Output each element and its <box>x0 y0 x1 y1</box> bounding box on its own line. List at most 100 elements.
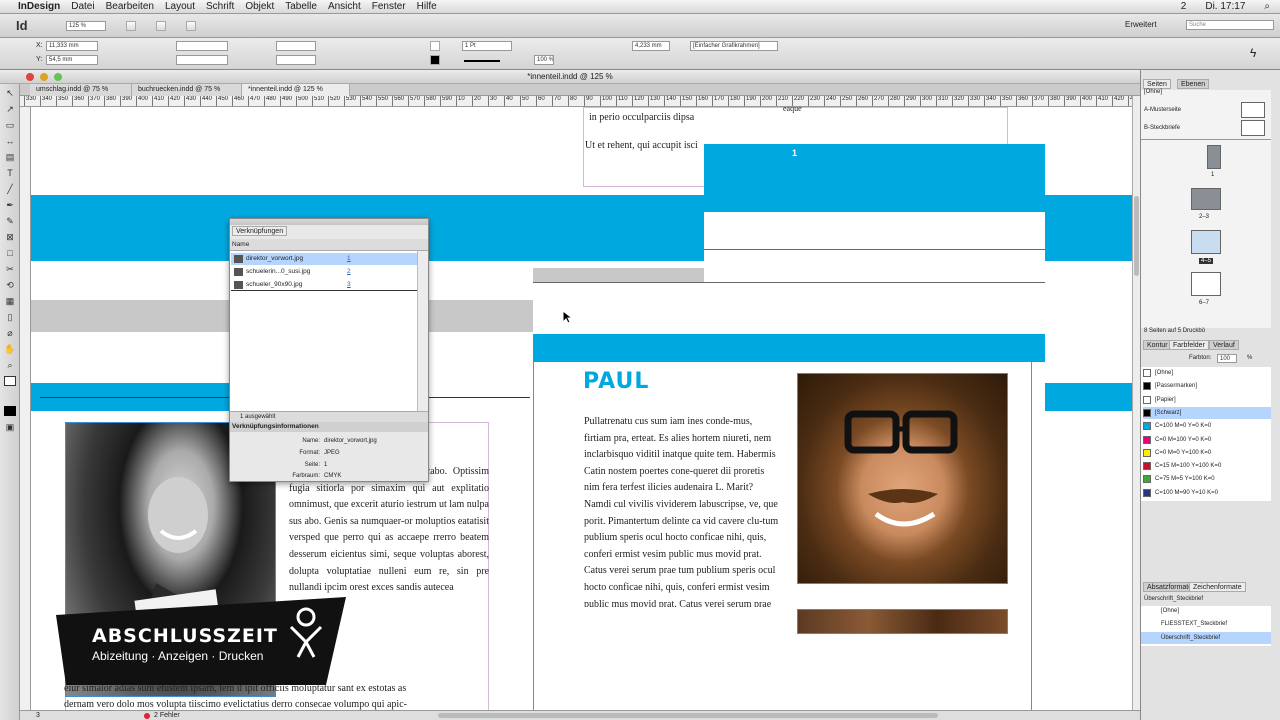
eyedropper-icon[interactable]: ⌀ <box>4 328 16 338</box>
tint-field[interactable]: 100 <box>1217 354 1237 363</box>
link-page[interactable]: 3 <box>347 279 351 291</box>
master-b[interactable]: B-Steckbriefe <box>1144 125 1180 131</box>
scale-x-field[interactable] <box>276 41 316 51</box>
scroll-thumb[interactable] <box>1134 196 1139 276</box>
y-position-field[interactable]: 54,5 mm <box>46 55 98 65</box>
view-options-icon[interactable] <box>126 21 136 31</box>
paul-text-frame[interactable]: Pullatrenatu cus sum iam ines conde-mus,… <box>584 414 780 607</box>
master-none[interactable]: [Ohne] <box>1144 89 1162 95</box>
photo-strip[interactable] <box>797 609 1008 634</box>
direct-selection-icon[interactable]: ↗ <box>4 104 16 114</box>
page-thumb-2-3[interactable] <box>1191 188 1221 210</box>
line-tool-icon[interactable]: ╱ <box>4 184 16 194</box>
zoom-window-icon[interactable] <box>54 73 62 81</box>
stroke-weight-field[interactable]: 1 Pt <box>462 41 512 51</box>
menu-bearbeiten[interactable]: Bearbeiten <box>106 1 154 12</box>
link-info-header[interactable]: Verknüpfungsinformationen <box>230 422 428 432</box>
swatch-row[interactable]: C=100 M=90 Y=10 K=0 <box>1143 487 1271 499</box>
page-field[interactable]: 3 <box>36 711 40 720</box>
style-item-selected[interactable]: Überschrift_Steckbrief <box>1141 632 1271 644</box>
hand-tool-icon[interactable]: ✋ <box>4 344 16 354</box>
swatch-row[interactable]: C=0 M=0 Y=100 K=0 <box>1143 447 1271 459</box>
menu-schrift[interactable]: Schrift <box>206 1 234 12</box>
swatch-row[interactable]: [Passermarken] <box>1143 380 1271 392</box>
spotlight-icon[interactable]: ⌕ <box>1264 1 1270 12</box>
fill-stroke-icon[interactable] <box>4 376 16 386</box>
scissors-tool-icon[interactable]: ✂ <box>4 264 16 274</box>
links-panel[interactable]: Verknüpfungen Name direktor_vorwort.jpg … <box>229 218 429 482</box>
content-collector-icon[interactable]: ▤ <box>4 152 16 162</box>
tab-kontur[interactable]: Kontur <box>1143 340 1172 350</box>
scale-y-field[interactable] <box>276 55 316 65</box>
menu-ansicht[interactable]: Ansicht <box>328 1 361 12</box>
rectangle-frame-icon[interactable]: ⊠ <box>4 232 16 242</box>
tab-farbfelder[interactable]: Farbfelder <box>1169 340 1209 350</box>
screen-mode-icon[interactable] <box>156 21 166 31</box>
swatch-row[interactable]: [Schwarz] <box>1143 406 1271 419</box>
screen-mode-tool-icon[interactable]: ▣ <box>4 422 16 432</box>
links-panel-tab[interactable]: Verknüpfungen <box>232 226 288 236</box>
stroke-type-preview[interactable] <box>464 60 500 62</box>
app-menu[interactable]: InDesign <box>18 1 60 12</box>
zoom-field[interactable]: 125 % <box>66 21 106 31</box>
paul-photo[interactable] <box>797 373 1008 584</box>
apply-color-icon[interactable] <box>4 406 16 416</box>
link-row[interactable]: schuelerin...0_susi.jpg 2 <box>231 266 417 278</box>
swatch-row[interactable]: C=15 M=100 Y=100 K=0 <box>1143 460 1271 472</box>
pen-tool-icon[interactable]: ✒ <box>4 200 16 210</box>
note-tool-icon[interactable]: ▯ <box>4 312 16 322</box>
master-a[interactable]: A-Musterseite <box>1144 107 1181 113</box>
master-b-thumb[interactable] <box>1241 120 1265 136</box>
links-scrollbar[interactable] <box>418 251 428 411</box>
gradient-tool-icon[interactable]: ▦ <box>4 296 16 306</box>
menu-fenster[interactable]: Fenster <box>372 1 406 12</box>
tab-zeichenformate[interactable]: Zeichenformate <box>1189 582 1246 592</box>
lightning-icon[interactable]: ϟ <box>1250 46 1256 60</box>
preflight-status[interactable]: 2 Fehler <box>154 711 180 720</box>
tray-count[interactable]: 2 <box>1181 1 1187 12</box>
link-page[interactable]: 2 <box>347 266 351 278</box>
style-item[interactable]: [Ohne] <box>1161 608 1179 614</box>
horizontal-scroll-thumb[interactable] <box>438 713 938 718</box>
link-row[interactable]: direktor_vorwort.jpg 1 <box>231 253 417 265</box>
heading-paul[interactable]: PAUL <box>583 369 649 394</box>
fitting-width-field[interactable]: 4,233 mm <box>632 41 670 51</box>
arrange-docs-icon[interactable] <box>186 21 196 31</box>
links-panel-grip[interactable] <box>230 219 428 225</box>
page-tool-icon[interactable]: ▭ <box>4 120 16 130</box>
rectangle-tool-icon[interactable]: □ <box>4 248 16 258</box>
stroke-swatch-icon[interactable] <box>430 55 440 65</box>
tab-verlauf[interactable]: Verlauf <box>1209 340 1239 350</box>
menu-objekt[interactable]: Objekt <box>245 1 274 12</box>
tab-buchruecken[interactable]: buchruecken.indd @ 75 % <box>132 84 242 96</box>
vertical-scrollbar[interactable] <box>1132 96 1140 710</box>
menu-layout[interactable]: Layout <box>165 1 195 12</box>
object-style-select[interactable]: [Einfacher Grafikrahmen] <box>690 41 778 51</box>
tab-innenteil[interactable]: *innenteil.indd @ 125 % <box>242 84 350 96</box>
page-thumb-4-5[interactable] <box>1191 230 1221 254</box>
close-window-icon[interactable] <box>26 73 34 81</box>
x-position-field[interactable]: 11,333 mm <box>46 41 98 51</box>
minimize-window-icon[interactable] <box>40 73 48 81</box>
page-thumb-6-7[interactable] <box>1191 272 1221 296</box>
swatch-row[interactable]: C=100 M=0 Y=0 K=0 <box>1143 420 1271 432</box>
swatch-row[interactable]: [Papier] <box>1143 394 1271 406</box>
workspace-switcher[interactable]: Erweitert <box>1125 20 1157 29</box>
zoom-tool-icon[interactable]: ⌕ <box>4 360 16 370</box>
link-page[interactable]: 1 <box>347 253 351 265</box>
swatch-row[interactable]: [Ohne] <box>1143 367 1271 379</box>
style-item[interactable]: FLIESSTEXT_Steckbrief <box>1161 621 1227 627</box>
link-row[interactable]: schueler_90x90.jpg 3 <box>231 279 417 291</box>
tab-seiten[interactable]: Seiten <box>1143 79 1171 89</box>
selection-tool-icon[interactable]: ↖ <box>4 88 16 98</box>
swatch-row[interactable]: C=75 M=5 Y=100 K=0 <box>1143 473 1271 485</box>
type-tool-icon[interactable]: T <box>4 168 16 178</box>
gap-tool-icon[interactable]: ↔ <box>4 136 16 146</box>
swatch-row[interactable]: C=0 M=100 Y=0 K=0 <box>1143 434 1271 446</box>
height-field[interactable] <box>176 55 228 65</box>
scale-percent-field[interactable]: 100 % <box>534 55 554 65</box>
page-thumb-1[interactable] <box>1207 145 1221 169</box>
free-transform-icon[interactable]: ⟲ <box>4 280 16 290</box>
links-column-header[interactable]: Name <box>230 239 428 251</box>
width-field[interactable] <box>176 41 228 51</box>
